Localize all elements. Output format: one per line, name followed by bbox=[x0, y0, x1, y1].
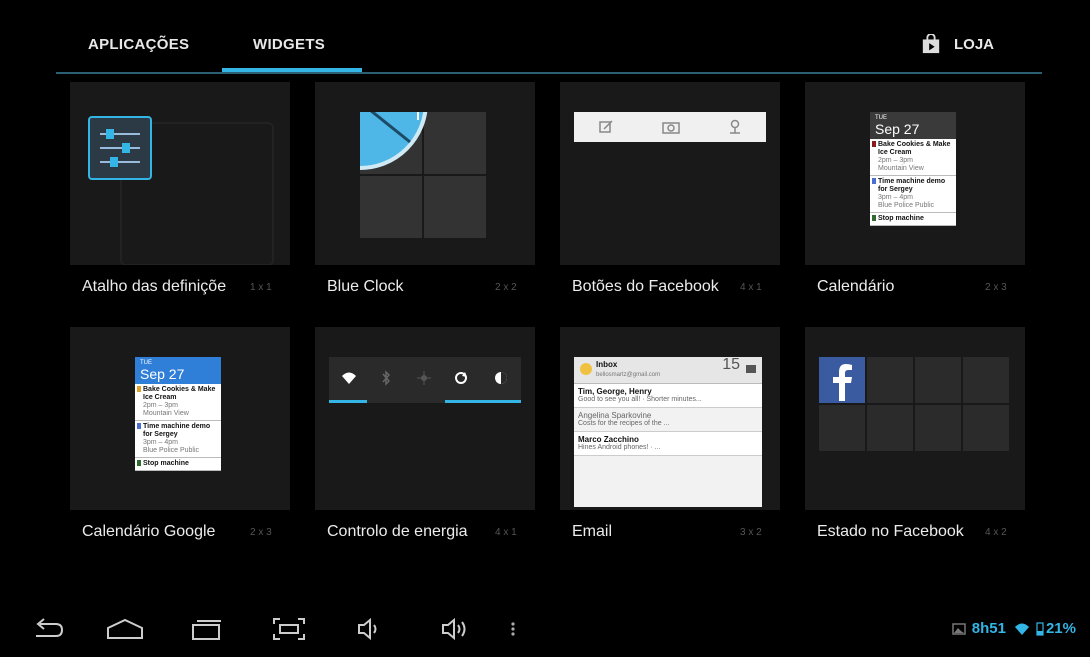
widget-preview: TUE Sep 27 Bake Cookies & Make Ice Cream… bbox=[805, 82, 1025, 265]
facebook-logo-icon bbox=[819, 357, 865, 403]
email-account-icon bbox=[580, 363, 592, 375]
email-count: 15 bbox=[722, 356, 740, 373]
sync-brightness-indicator bbox=[445, 400, 521, 403]
wifi-signal-icon bbox=[1014, 623, 1029, 635]
widget-size: 2 x 2 bbox=[495, 282, 517, 293]
widget-size: 2 x 3 bbox=[250, 527, 272, 538]
widget-preview bbox=[70, 82, 290, 265]
calendar-event: Bake Cookies & Make Ice Cream 2pm – 3pm Mo… bbox=[135, 384, 221, 421]
store-bag-icon bbox=[922, 34, 940, 54]
edit-icon bbox=[599, 120, 613, 133]
tab-applications[interactable]: APLICAÇÕES bbox=[88, 36, 189, 53]
calendar-preview: TUE Sep 27 Bake Cookies & Make Ice Cream… bbox=[135, 357, 221, 471]
wifi-indicator bbox=[329, 400, 367, 403]
email-message: Marco Zacchino Hines Android phones! · ..… bbox=[574, 432, 762, 456]
wifi-icon bbox=[342, 372, 356, 384]
store-label: LOJA bbox=[954, 35, 995, 53]
volume-down-icon[interactable] bbox=[356, 616, 382, 642]
widget-name: Email bbox=[572, 523, 613, 540]
calendar-event: Stop machine bbox=[870, 213, 956, 226]
widget-size: 4 x 1 bbox=[740, 282, 762, 293]
volume-up-icon[interactable] bbox=[440, 616, 470, 642]
battery-icon bbox=[1036, 621, 1044, 636]
settings-sliders-icon bbox=[88, 116, 152, 180]
facebook-button-bar bbox=[574, 112, 766, 142]
widget-name: Atalho das definiçõe bbox=[82, 278, 227, 295]
widget-name: Estado no Facebook bbox=[817, 523, 964, 540]
calendar-header: TUE Sep 27 bbox=[135, 357, 221, 384]
calendar-date: Sep 27 bbox=[875, 121, 920, 137]
recent-apps-icon[interactable] bbox=[190, 616, 224, 642]
store-button[interactable]: LOJA bbox=[920, 30, 994, 58]
calendar-event: Time machine demo for Sergey 3pm – 4pm Blu… bbox=[135, 421, 221, 458]
email-message: Tim, George, Henry Good to see you all! ·… bbox=[574, 384, 762, 408]
status-area[interactable]: 8h51 21% bbox=[952, 620, 1076, 637]
power-control-bar bbox=[329, 357, 521, 403]
camera-icon bbox=[662, 122, 680, 134]
email-preview: Inbox bellosmartz@gmail.com 15 Tim, Geor… bbox=[574, 357, 762, 507]
widget-name: Blue Clock bbox=[327, 278, 404, 295]
top-tab-bar: APLICAÇÕES WIDGETS LOJA bbox=[0, 0, 1090, 80]
widget-preview: TUE Sep 27 Bake Cookies & Make Ice Cream… bbox=[70, 327, 290, 510]
widget-size: 4 x 1 bbox=[495, 527, 517, 538]
tab-divider bbox=[56, 72, 1042, 74]
compose-icon bbox=[746, 365, 756, 373]
gallery-notification-icon bbox=[952, 622, 966, 635]
widget-preview bbox=[805, 327, 1025, 510]
menu-overflow-icon[interactable] bbox=[508, 616, 518, 642]
brightness-icon bbox=[495, 372, 507, 384]
email-message: Angelina Sparkovine Costs for the recipes… bbox=[574, 408, 762, 432]
calendar-event: Stop machine bbox=[135, 458, 221, 471]
widget-name: Botões do Facebook bbox=[572, 278, 719, 295]
calendar-date: Sep 27 bbox=[140, 366, 185, 382]
widget-preview bbox=[315, 327, 535, 510]
tab-widgets[interactable]: WIDGETS bbox=[253, 36, 325, 53]
calendar-event: Time machine demo for Sergey 3pm – 4pm Blu… bbox=[870, 176, 956, 213]
back-icon[interactable] bbox=[30, 616, 66, 642]
email-header: Inbox bellosmartz@gmail.com 15 bbox=[574, 357, 762, 384]
check-in-icon bbox=[730, 119, 740, 134]
widget-preview: Inbox bellosmartz@gmail.com 15 Tim, Geor… bbox=[560, 327, 780, 510]
widget-name: Calendário bbox=[817, 278, 895, 295]
email-folder: Inbox bbox=[596, 360, 618, 369]
sync-icon bbox=[455, 372, 467, 384]
widget-size: 2 x 3 bbox=[985, 282, 1007, 293]
widget-name: Controlo de energia bbox=[327, 523, 468, 540]
widget-size: 4 x 2 bbox=[985, 527, 1007, 538]
home-icon[interactable] bbox=[105, 616, 145, 642]
system-navigation-bar bbox=[0, 604, 1090, 657]
battery-percent: 21% bbox=[1045, 620, 1076, 637]
calendar-header: TUE Sep 27 bbox=[870, 112, 956, 139]
screenshot-icon[interactable] bbox=[272, 616, 306, 642]
widget-name: Calendário Google bbox=[82, 523, 216, 540]
calendar-preview: TUE Sep 27 Bake Cookies & Make Ice Cream… bbox=[870, 112, 956, 226]
bluetooth-icon bbox=[382, 370, 391, 386]
widget-preview bbox=[315, 82, 535, 265]
status-time: 8h51 bbox=[971, 620, 1006, 637]
email-account: bellosmartz@gmail.com bbox=[596, 372, 661, 378]
blue-clock-icon bbox=[360, 112, 428, 170]
widget-size: 3 x 2 bbox=[740, 527, 762, 538]
widget-size: 1 x 1 bbox=[250, 282, 272, 293]
widget-preview bbox=[560, 82, 780, 265]
gps-icon bbox=[417, 371, 431, 385]
calendar-event: Bake Cookies & Make Ice Cream 2pm – 3pm Mo… bbox=[870, 139, 956, 176]
